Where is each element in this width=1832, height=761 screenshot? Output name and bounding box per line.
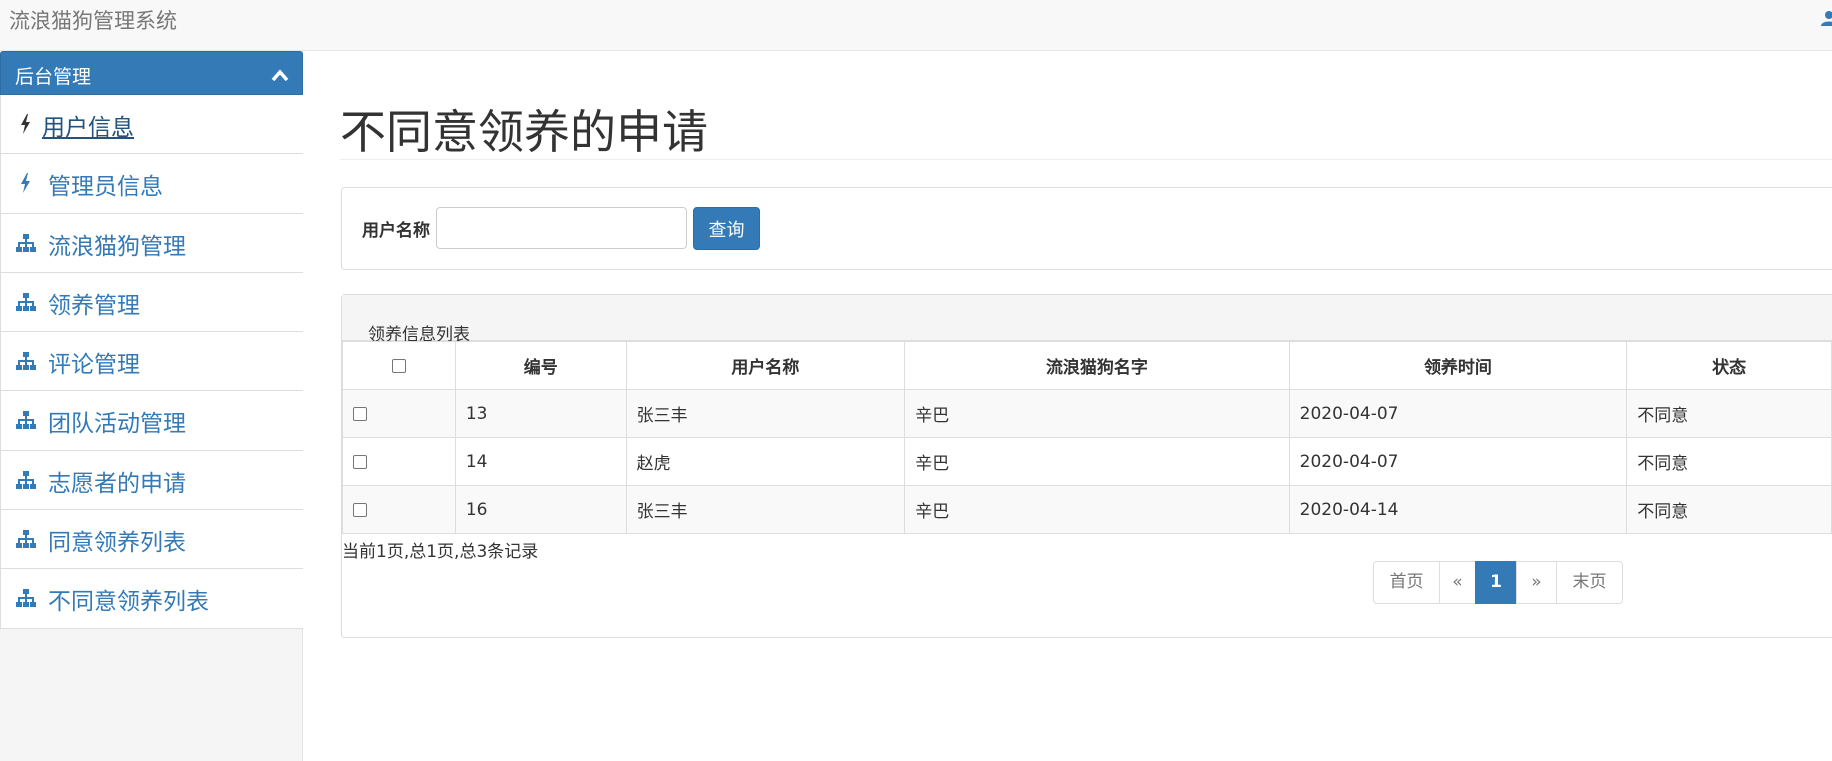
table-row: 13 张三丰 辛巴 2020-04-07 不同意 [342, 389, 1832, 438]
sitemap-icon [16, 292, 36, 311]
chevron-up-icon[interactable] [270, 67, 290, 83]
sidebar-item-comment-management[interactable]: 评论管理 [1, 332, 303, 392]
sidebar-item-rejected-adoptions[interactable]: 不同意领养列表 [1, 569, 303, 629]
sitemap-icon [16, 530, 36, 549]
row-select-cell [342, 485, 456, 534]
cell-status: 不同意 [1626, 485, 1832, 534]
prev-page-button[interactable]: « [1439, 561, 1476, 604]
top-navbar: 流浪猫狗管理系统 [0, 0, 1832, 51]
cell-pet: 辛巴 [904, 389, 1290, 438]
row-checkbox[interactable] [353, 406, 367, 421]
brand-title[interactable]: 流浪猫狗管理系统 [9, 5, 177, 35]
last-page-button[interactable]: 末页 [1556, 561, 1623, 604]
cell-user: 张三丰 [625, 389, 906, 438]
select-all-checkbox[interactable] [391, 358, 406, 373]
sidebar-item-label: 不同意领养列表 [48, 589, 209, 616]
sitemap-icon [16, 470, 36, 489]
table-header-row: 编号 用户名称 流浪猫狗名字 领养时间 状态 [342, 341, 1832, 390]
bolt-icon [21, 114, 30, 134]
sidebar-item-label: 志愿者的申请 [48, 470, 186, 497]
list-panel-header: 领养信息列表 [342, 295, 1832, 345]
search-label: 用户名称 [362, 221, 430, 241]
sitemap-icon [16, 352, 36, 371]
cell-user: 张三丰 [625, 485, 906, 534]
adoption-table: 编号 用户名称 流浪猫狗名字 领养时间 状态 13 张三丰 辛巴 2020-04… [342, 341, 1832, 534]
search-form: 用户名称 查询 [341, 187, 1832, 270]
sitemap-icon [16, 233, 36, 252]
cell-id: 13 [454, 389, 627, 438]
search-button[interactable]: 查询 [693, 207, 760, 250]
cell-pet: 辛巴 [904, 485, 1290, 534]
sidebar-item-label: 管理员信息 [48, 174, 163, 201]
cell-date: 2020-04-07 [1288, 437, 1628, 486]
title-divider [340, 159, 1832, 160]
sidebar-panel-header[interactable]: 后台管理 [0, 51, 303, 95]
table-row: 16 张三丰 辛巴 2020-04-14 不同意 [342, 485, 1832, 534]
pagination-info: 当前1页,总1页,总3条记录 [342, 542, 539, 562]
pagination: 首页 « 1 » 末页 [1373, 561, 1623, 604]
column-header-pet[interactable]: 流浪猫狗名字 [904, 341, 1290, 390]
sidebar-item-label: 同意领养列表 [48, 530, 186, 557]
table-row: 14 赵虎 辛巴 2020-04-07 不同意 [342, 437, 1832, 486]
sidebar-item-label: 团队活动管理 [48, 411, 186, 438]
cell-user: 赵虎 [625, 437, 906, 486]
first-page-button[interactable]: 首页 [1373, 561, 1440, 604]
username-search-input[interactable] [436, 207, 687, 249]
sidebar-item-label: 领养管理 [48, 292, 140, 319]
page-title: 不同意领养的申请 [340, 105, 708, 159]
row-checkbox[interactable] [353, 502, 367, 517]
sidebar-menu: 用户信息 管理员信息 流浪猫狗管理 领养管理 评论管理 团队活动管理 志愿者的申… [0, 95, 303, 629]
adoption-list-panel: 领养信息列表 编号 用户名称 流浪猫狗名字 领养时间 状态 13 张三丰 辛巴 … [341, 294, 1832, 638]
row-select-cell [342, 437, 456, 486]
cell-status: 不同意 [1626, 389, 1832, 438]
sidebar-item-pet-management[interactable]: 流浪猫狗管理 [1, 214, 303, 273]
cell-id: 16 [454, 485, 627, 534]
select-all-cell [342, 341, 456, 390]
sidebar-item-approved-adoptions[interactable]: 同意领养列表 [1, 510, 303, 570]
sidebar-item-volunteer-applications[interactable]: 志愿者的申请 [1, 451, 303, 511]
user-icon[interactable] [1820, 10, 1832, 26]
cell-status: 不同意 [1626, 437, 1832, 486]
column-header-date[interactable]: 领养时间 [1288, 341, 1628, 390]
sidebar-item-adoption-management[interactable]: 领养管理 [1, 273, 303, 333]
sidebar-item-user-info[interactable]: 用户信息 [1, 95, 303, 155]
cell-id: 14 [454, 437, 627, 486]
sidebar-item-label: 用户信息 [42, 115, 134, 141]
row-checkbox[interactable] [353, 454, 367, 469]
sidebar-item-label: 评论管理 [48, 352, 140, 379]
cell-date: 2020-04-14 [1288, 485, 1628, 534]
cell-date: 2020-04-07 [1288, 389, 1628, 438]
column-header-user[interactable]: 用户名称 [625, 341, 906, 390]
next-page-button[interactable]: » [1516, 561, 1557, 604]
current-page-button[interactable]: 1 [1475, 561, 1517, 604]
sidebar-item-team-activity[interactable]: 团队活动管理 [1, 391, 303, 451]
sidebar-item-label: 流浪猫狗管理 [48, 233, 186, 260]
column-header-status[interactable]: 状态 [1626, 341, 1832, 390]
row-select-cell [342, 389, 456, 438]
sitemap-icon [16, 411, 36, 430]
sidebar-panel-title: 后台管理 [15, 66, 92, 88]
column-header-id[interactable]: 编号 [454, 341, 627, 390]
bolt-icon [21, 173, 30, 194]
sidebar-item-admin-info[interactable]: 管理员信息 [1, 154, 303, 214]
sitemap-icon [16, 589, 36, 608]
sidebar: 后台管理 用户信息 管理员信息 流浪猫狗管理 领养管理 评论管理 团队活动管理 [0, 51, 303, 761]
cell-pet: 辛巴 [904, 437, 1290, 486]
